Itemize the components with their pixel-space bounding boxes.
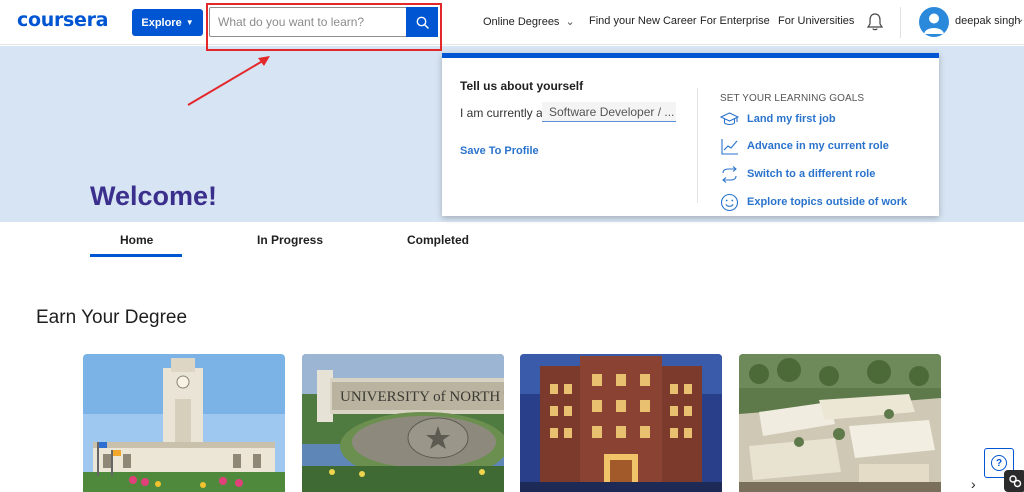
popover-divider bbox=[697, 88, 698, 203]
chevron-down-icon: ▼ bbox=[185, 18, 194, 27]
carousel-next-icon[interactable]: › bbox=[971, 476, 976, 492]
user-name[interactable]: deepak singh bbox=[955, 15, 1020, 27]
goals-heading: SET YOUR LEARNING GOALS bbox=[720, 93, 865, 104]
section-title: Earn Your Degree bbox=[36, 307, 188, 328]
nav-for-universities[interactable]: For Universities bbox=[778, 15, 854, 27]
link-icon bbox=[1009, 475, 1022, 488]
top-header: coursera Explore ▼ Online Degrees ⌄ Find … bbox=[0, 0, 1024, 45]
goal-explore-topics[interactable]: Explore topics outside of work bbox=[720, 192, 907, 212]
occupation-select[interactable]: Software Developer / ... bbox=[542, 102, 676, 122]
nav-online-degrees-label: Online Degrees bbox=[483, 16, 560, 28]
graduation-cap-icon bbox=[720, 111, 739, 125]
dashboard-tabs: Home In Progress Completed bbox=[0, 222, 1024, 258]
degree-card-university-north-texas[interactable]: UNIVERSITY of NORTH T bbox=[302, 354, 504, 492]
goal-label: Land my first job bbox=[747, 113, 836, 125]
popover-title: Tell us about yourself bbox=[460, 79, 584, 93]
nav-for-enterprise[interactable]: For Enterprise bbox=[700, 15, 770, 27]
nav-online-degrees[interactable]: Online Degrees ⌄ bbox=[483, 15, 575, 28]
active-tab-indicator bbox=[90, 254, 182, 257]
goal-switch-role[interactable]: Switch to a different role bbox=[720, 164, 875, 184]
help-icon: ? bbox=[991, 455, 1007, 471]
bell-icon[interactable] bbox=[864, 11, 886, 33]
header-divider bbox=[900, 7, 901, 38]
tab-in-progress[interactable]: In Progress bbox=[257, 233, 323, 247]
degree-card-aerial-campus[interactable] bbox=[739, 354, 941, 492]
goal-label: Explore topics outside of work bbox=[747, 196, 908, 208]
goal-advance-role[interactable]: Advance in my current role bbox=[720, 136, 889, 156]
coursera-logo[interactable]: coursera bbox=[17, 9, 109, 31]
nav-find-career[interactable]: Find your New Career bbox=[589, 15, 697, 27]
degree-card-clock-tower[interactable] bbox=[83, 354, 285, 492]
brick-building-night-image bbox=[520, 354, 722, 492]
goal-label: Advance in my current role bbox=[747, 140, 889, 152]
trend-chart-icon bbox=[721, 138, 738, 155]
search-input[interactable] bbox=[210, 8, 408, 36]
goal-land-first-job[interactable]: Land my first job bbox=[720, 109, 836, 129]
explore-button[interactable]: Explore ▼ bbox=[132, 9, 203, 36]
search-icon bbox=[416, 16, 429, 29]
chevron-down-icon[interactable]: ⌄ bbox=[1016, 14, 1024, 25]
degree-card-brick-building[interactable] bbox=[520, 354, 722, 492]
tab-home[interactable]: Home bbox=[120, 233, 153, 247]
chevron-down-icon: ⌄ bbox=[565, 16, 575, 28]
search-button[interactable] bbox=[406, 7, 438, 37]
university-sign-image: UNIVERSITY of NORTH T bbox=[302, 354, 504, 492]
tab-completed[interactable]: Completed bbox=[407, 233, 469, 247]
explore-label: Explore bbox=[141, 16, 182, 29]
save-to-profile-link[interactable]: Save To Profile bbox=[460, 145, 539, 157]
arrow-annotation-icon bbox=[187, 56, 270, 106]
page: coursera Explore ▼ Online Degrees ⌄ Find … bbox=[0, 0, 1024, 492]
university-sign-text: UNIVERSITY of NORTH T bbox=[340, 389, 504, 405]
aerial-campus-image bbox=[739, 354, 941, 492]
avatar[interactable] bbox=[919, 7, 949, 37]
search-box bbox=[209, 7, 438, 37]
currently-label: I am currently a bbox=[460, 106, 543, 120]
about-you-popover: Tell us about yourself I am currently a … bbox=[442, 53, 939, 216]
link-widget-icon[interactable] bbox=[1004, 470, 1024, 492]
smiley-icon bbox=[720, 193, 739, 211]
goal-label: Switch to a different role bbox=[747, 168, 876, 180]
user-icon bbox=[924, 13, 944, 34]
welcome-heading: Welcome! bbox=[90, 181, 218, 211]
switch-arrows-icon bbox=[722, 165, 737, 183]
clock-tower-campus-image bbox=[83, 354, 285, 492]
